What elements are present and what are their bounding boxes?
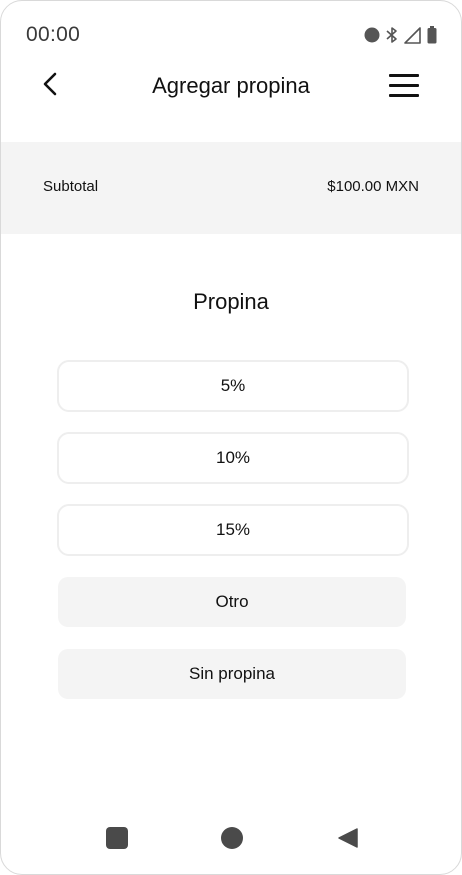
tip-option-15[interactable]: 15% [57, 504, 409, 556]
tip-option-5[interactable]: 5% [57, 360, 409, 412]
menu-button[interactable] [389, 73, 421, 99]
bluetooth-icon [386, 26, 398, 49]
hamburger-menu-icon [389, 84, 419, 87]
home-circle-icon[interactable] [221, 827, 243, 849]
hamburger-menu-icon [389, 74, 419, 77]
cell-signal-icon [404, 26, 421, 49]
record-dot-icon [364, 27, 380, 48]
tip-option-10[interactable]: 10% [57, 432, 409, 484]
tip-section-title: Propina [193, 289, 269, 314]
hamburger-menu-icon [389, 94, 419, 97]
back-triangle-icon[interactable] [337, 827, 359, 849]
app-header: Agregar propina [1, 61, 461, 113]
tip-option-none[interactable]: Sin propina [58, 649, 406, 699]
subtotal-row: Subtotal $100.00 MXN [1, 142, 461, 234]
subtotal-label: Subtotal [43, 178, 99, 195]
battery-icon [427, 26, 437, 49]
system-nav-bar [1, 816, 461, 861]
phone-frame: 00:00 Agregar propina Subtotal $100.00 M… [0, 0, 462, 875]
tip-option-other[interactable]: Otro [58, 577, 406, 627]
recents-square-icon[interactable] [106, 827, 128, 849]
subtotal-value: $100.00 MXN [327, 178, 419, 195]
status-icons [364, 26, 437, 49]
status-time: 00:00 [26, 23, 81, 46]
